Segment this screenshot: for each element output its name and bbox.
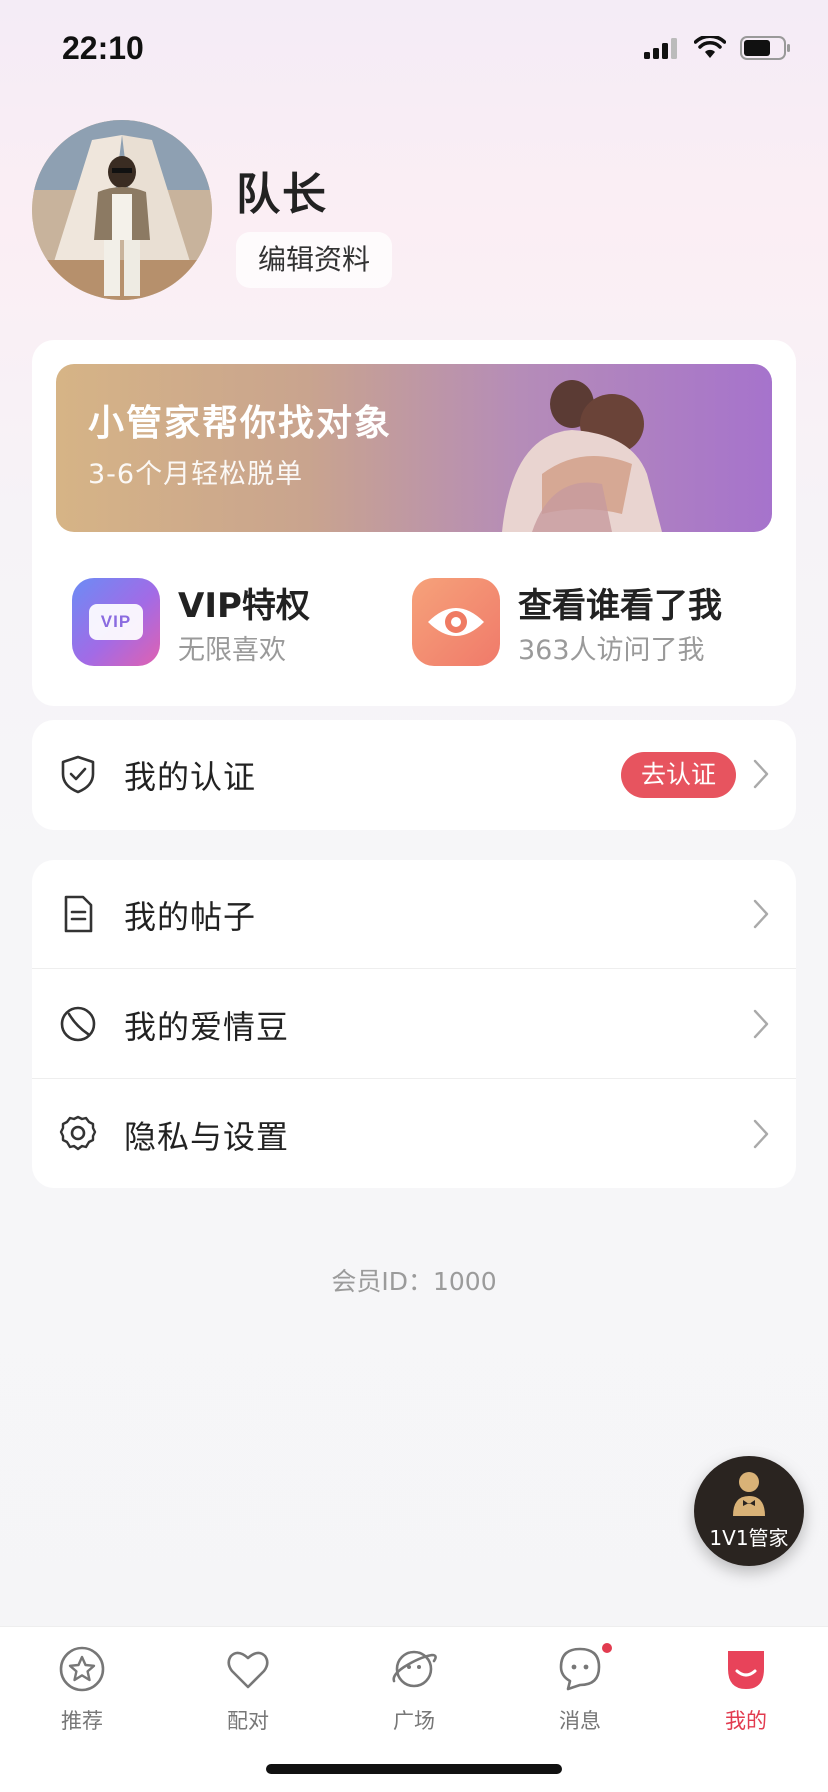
divider	[32, 968, 796, 969]
chevron-right-icon	[753, 1009, 769, 1039]
visitors-entry[interactable]: 查看谁看了我 363人访问了我	[412, 572, 752, 672]
butler-icon	[733, 1472, 765, 1516]
tab-square[interactable]: 广场	[354, 1645, 474, 1745]
tab-me[interactable]: 我的	[686, 1645, 806, 1745]
visitors-subtitle: 363人访问了我	[518, 635, 705, 666]
vip-subtitle: 无限喜欢	[178, 635, 286, 666]
chat-icon	[559, 1647, 601, 1691]
my-posts-row[interactable]: 我的帖子	[32, 860, 796, 968]
me-icon	[728, 1651, 764, 1689]
signal-icon	[644, 38, 677, 59]
banner-title: 小管家帮你找对象	[88, 403, 393, 444]
vip-privilege-entry[interactable]: VIP VIP特权 无限喜欢	[72, 572, 412, 672]
unread-badge-dot	[602, 1643, 612, 1653]
go-verify-button[interactable]: 去认证	[620, 752, 736, 798]
star-icon	[59, 1646, 105, 1692]
tab-match-label: 配对	[227, 1709, 269, 1733]
bean-icon	[60, 1006, 96, 1042]
status-time: 22:10	[62, 30, 144, 66]
document-icon	[64, 895, 93, 933]
butler-floating-button[interactable]: 1V1管家	[694, 1456, 804, 1566]
vip-title: VIP特权	[178, 586, 310, 626]
membership-card: 小管家帮你找对象 3-6个月轻松脱单 VIP VIP特权 无限喜欢 查看谁看了我…	[32, 340, 796, 706]
tab-square-label: 广场	[393, 1709, 435, 1733]
heart-icon	[227, 1651, 269, 1689]
my-verification-label: 我的认证	[124, 758, 257, 796]
my-love-beans-label: 我的爱情豆	[124, 1008, 290, 1046]
couple-hug-image	[502, 380, 662, 532]
edit-profile-button[interactable]: 编辑资料	[236, 232, 393, 288]
gear-icon	[59, 1115, 97, 1151]
member-id: 会员ID：1000	[331, 1267, 497, 1296]
banner-subtitle: 3-6个月轻松脱单	[88, 459, 304, 490]
tab-recommend[interactable]: 推荐	[22, 1645, 142, 1745]
nickname: 队长	[236, 169, 328, 220]
my-verification-row[interactable]: 我的认证 去认证	[32, 720, 796, 828]
menu-card: 我的帖子 我的爱情豆 隐私与设置	[32, 860, 796, 1188]
vip-icon-text: VIP	[89, 604, 143, 640]
butler-label: 1V1管家	[709, 1526, 789, 1550]
verification-card: 我的认证 去认证	[32, 720, 796, 830]
visitors-title: 查看谁看了我	[518, 586, 722, 626]
privacy-settings-label: 隐私与设置	[124, 1118, 290, 1156]
status-icons	[644, 36, 792, 60]
tab-messages[interactable]: 消息	[520, 1643, 640, 1745]
my-posts-label: 我的帖子	[124, 898, 257, 936]
vip-icon: VIP	[72, 578, 160, 666]
eye-icon	[412, 578, 500, 666]
chevron-right-icon	[753, 899, 769, 929]
privacy-settings-row[interactable]: 隐私与设置	[32, 1080, 796, 1188]
battery-icon	[740, 36, 790, 60]
home-indicator	[266, 1764, 562, 1774]
chevron-right-icon	[753, 1119, 769, 1149]
tab-recommend-label: 推荐	[61, 1709, 103, 1733]
tab-match[interactable]: 配对	[188, 1645, 308, 1745]
wifi-icon	[694, 36, 726, 58]
tab-me-label: 我的	[725, 1709, 767, 1733]
avatar[interactable]	[32, 120, 212, 300]
chevron-right-icon	[753, 759, 769, 789]
divider	[32, 1078, 796, 1079]
planet-icon	[392, 1650, 437, 1688]
my-love-beans-row[interactable]: 我的爱情豆	[32, 970, 796, 1078]
matchmaker-banner[interactable]: 小管家帮你找对象 3-6个月轻松脱单	[56, 364, 772, 532]
tab-messages-label: 消息	[559, 1709, 601, 1733]
shield-check-icon	[61, 755, 95, 794]
status-bar: 22:10	[0, 0, 828, 100]
profile-header: 队长 编辑资料	[32, 120, 792, 300]
